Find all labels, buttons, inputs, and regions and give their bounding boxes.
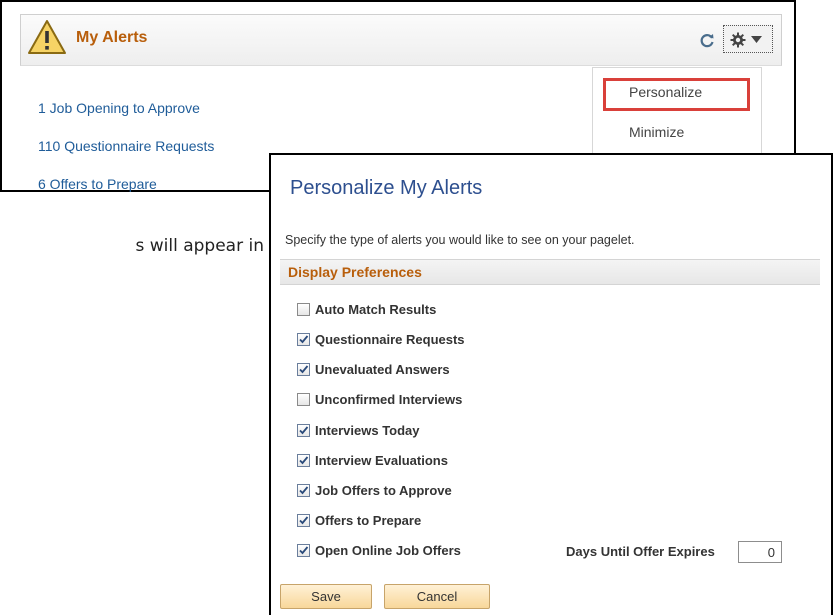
checkbox-unevaluated[interactable] bbox=[297, 363, 310, 376]
checkmark-icon bbox=[299, 486, 309, 495]
cancel-button[interactable]: Cancel bbox=[384, 584, 490, 609]
gear-icon bbox=[730, 32, 746, 48]
dialog-description: Specify the type of alerts you would lik… bbox=[285, 233, 635, 247]
checkbox-interview-evaluations[interactable] bbox=[297, 454, 310, 467]
alert-link-questionnaire[interactable]: 110 Questionnaire Requests bbox=[38, 138, 214, 154]
checkbox-auto-match[interactable] bbox=[297, 303, 310, 316]
checkmark-icon bbox=[299, 426, 309, 435]
display-preferences-title: Display Preferences bbox=[288, 264, 422, 280]
alert-link-job-opening[interactable]: 1 Job Opening to Approve bbox=[38, 100, 200, 116]
pref-label: Interview Evaluations bbox=[315, 453, 448, 468]
checkmark-icon bbox=[299, 335, 309, 344]
menu-item-minimize[interactable]: Minimize bbox=[629, 124, 684, 140]
pref-label: Job Offers to Approve bbox=[315, 483, 452, 498]
checkbox-offers-prepare[interactable] bbox=[297, 514, 310, 527]
pagelet-header: My Alerts bbox=[20, 14, 782, 66]
checkmark-icon bbox=[299, 365, 309, 374]
personalize-dialog: Personalize My Alerts Specify the type o… bbox=[269, 153, 833, 615]
checkbox-open-online-offers[interactable] bbox=[297, 544, 310, 557]
checkbox-job-offers-approve[interactable] bbox=[297, 484, 310, 497]
dialog-title: Personalize My Alerts bbox=[290, 177, 483, 199]
menu-item-personalize[interactable]: Personalize bbox=[629, 84, 702, 100]
save-button[interactable]: Save bbox=[280, 584, 372, 609]
alert-link-offers[interactable]: 6 Offers to Prepare bbox=[38, 176, 157, 192]
pref-label: Auto Match Results bbox=[315, 302, 437, 317]
pagelet-actions-menu: Personalize Minimize bbox=[592, 67, 762, 157]
pagelet-title: My Alerts bbox=[76, 29, 148, 46]
pref-label: Unevaluated Answers bbox=[315, 362, 450, 377]
checkmark-icon bbox=[299, 516, 309, 525]
warning-icon bbox=[28, 20, 66, 54]
refresh-icon[interactable] bbox=[699, 32, 715, 48]
checkbox-unconfirmed[interactable] bbox=[297, 393, 310, 406]
checkmark-icon bbox=[299, 456, 309, 465]
background-document-text: s will appear in bbox=[135, 236, 264, 256]
days-until-offer-expires-input[interactable] bbox=[738, 541, 782, 563]
pref-label: Unconfirmed Interviews bbox=[315, 392, 463, 407]
checkmark-icon bbox=[299, 546, 309, 555]
pref-label: Open Online Job Offers bbox=[315, 543, 461, 558]
chevron-down-icon bbox=[751, 36, 762, 43]
pref-label: Offers to Prepare bbox=[315, 513, 422, 528]
pref-label: Questionnaire Requests bbox=[315, 332, 465, 347]
pagelet-actions-button[interactable] bbox=[723, 25, 773, 53]
days-until-offer-expires-label: Days Until Offer Expires bbox=[566, 544, 715, 559]
checkbox-questionnaire[interactable] bbox=[297, 333, 310, 346]
checkbox-interviews-today[interactable] bbox=[297, 424, 310, 437]
display-preferences-header: Display Preferences bbox=[280, 259, 820, 285]
pref-label: Interviews Today bbox=[315, 423, 420, 438]
